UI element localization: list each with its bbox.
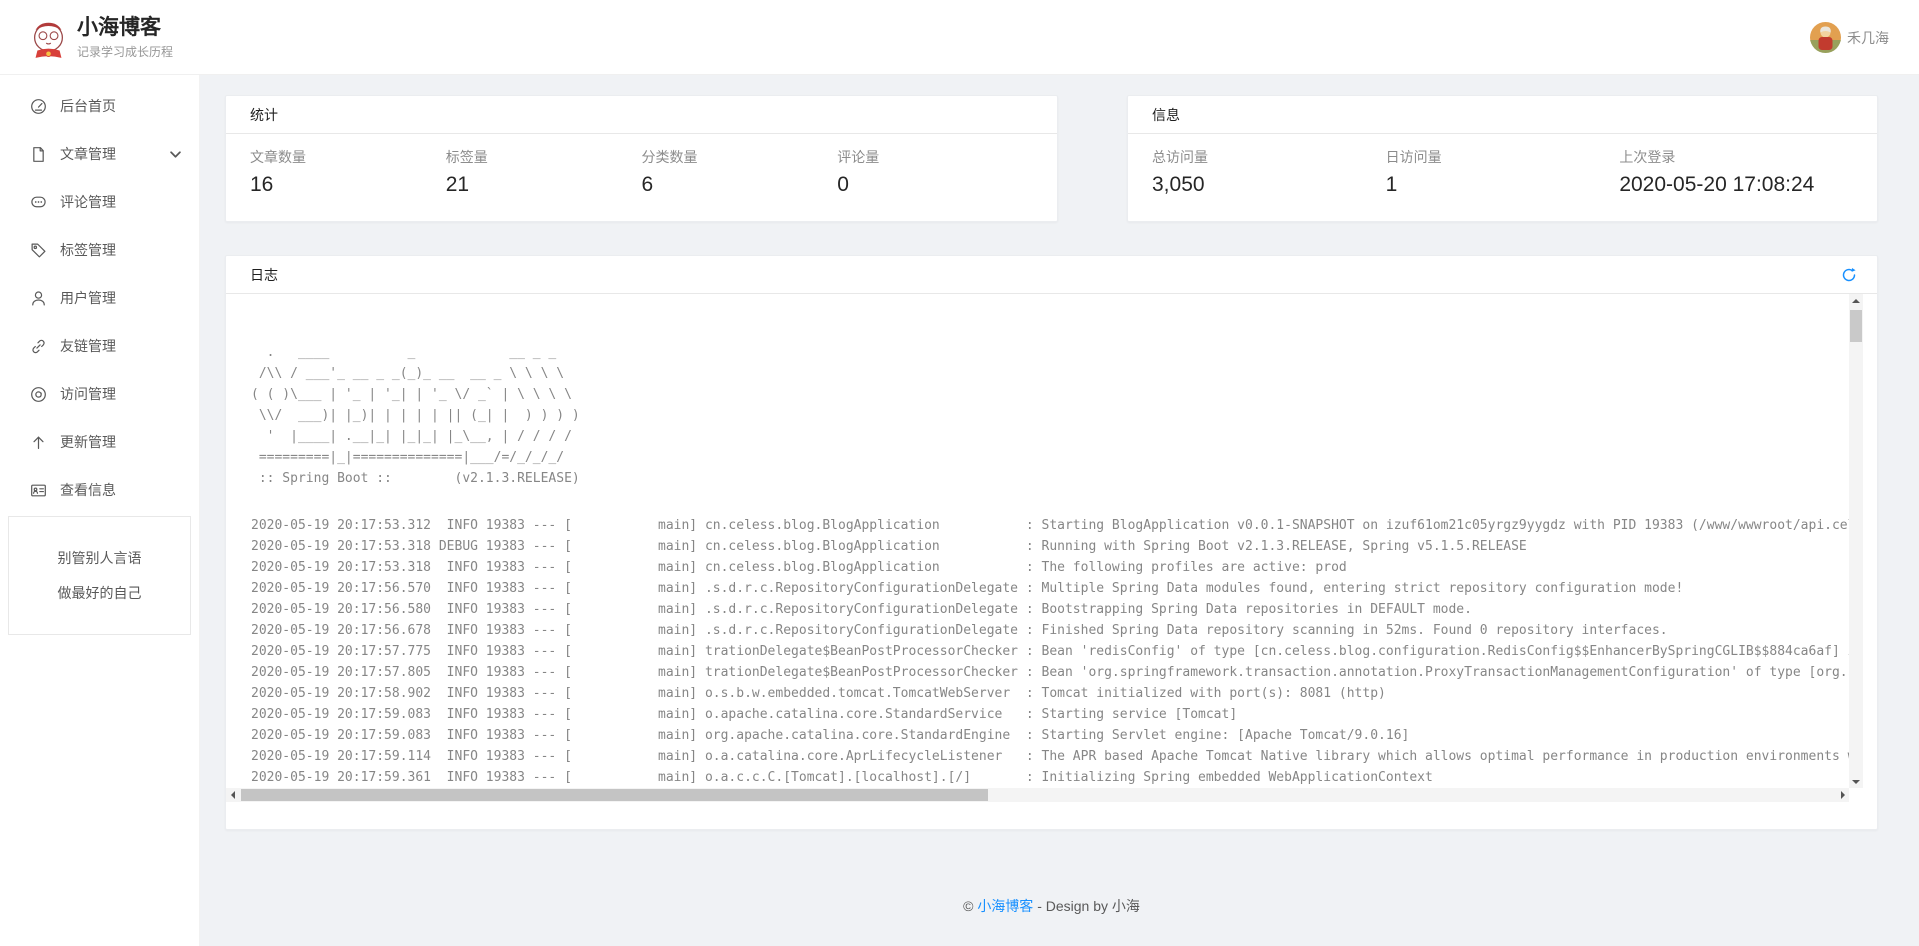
- user-menu[interactable]: 禾几海: [1810, 22, 1889, 53]
- dashboard-icon: [30, 98, 47, 115]
- arrow-up-icon: [30, 434, 47, 451]
- username-label: 禾几海: [1847, 28, 1889, 48]
- sidebar-item-label: 后台首页: [60, 96, 116, 116]
- stat-daily-visits: 日访问量 1: [1386, 147, 1620, 197]
- avatar[interactable]: [1810, 22, 1841, 53]
- blog-mascot-logo-icon: [30, 18, 67, 59]
- site-subtitle: 记录学习成长历程: [77, 43, 173, 60]
- log-viewport: . ____ _ __ _ _ /\\ / ___'_ __ _ _(_)_ _…: [226, 294, 1877, 802]
- vertical-scroll-thumb[interactable]: [1850, 310, 1862, 342]
- info-card: 信息 总访问量 3,050 日访问量 1 上次登录 2020-05-20 17:…: [1127, 95, 1878, 222]
- page-footer: © 小海博客 - Design by 小海: [225, 896, 1878, 916]
- sidebar-item-label: 文章管理: [60, 144, 116, 164]
- sidebar-item-label: 更新管理: [60, 432, 116, 452]
- file-icon: [30, 146, 47, 163]
- sidebar-item-label: 标签管理: [60, 240, 116, 260]
- log-lines: 2020-05-19 20:17:53.312 INFO 19383 --- […: [226, 515, 1877, 788]
- scroll-up-arrow[interactable]: [1849, 294, 1863, 308]
- brand: 小海博客 记录学习成长历程: [30, 16, 173, 60]
- sidebar-item-label: 友链管理: [60, 336, 116, 356]
- scroll-down-arrow[interactable]: [1849, 774, 1863, 788]
- sidebar-menu: 后台首页 文章管理 评论管理 标签管理 用户管理: [0, 75, 199, 514]
- link-icon: [30, 338, 47, 355]
- log-vertical-scrollbar[interactable]: [1849, 294, 1863, 788]
- sidebar-item-info[interactable]: 查看信息: [0, 466, 199, 514]
- log-horizontal-scrollbar[interactable]: [226, 788, 1849, 802]
- sidebar-item-label: 查看信息: [60, 480, 116, 500]
- log-card-title: 日志: [250, 265, 278, 285]
- footer-suffix: - Design by 小海: [1033, 898, 1140, 914]
- scroll-left-arrow[interactable]: [226, 788, 240, 802]
- stats-card: 统计 文章数量 16 标签量 21 分类数量 6 评论量 0: [225, 95, 1058, 222]
- sidebar-item-comments[interactable]: 评论管理: [0, 178, 199, 226]
- main-content: 统计 文章数量 16 标签量 21 分类数量 6 评论量 0: [200, 75, 1919, 946]
- site-title: 小海博客: [77, 16, 173, 40]
- sidebar-item-tags[interactable]: 标签管理: [0, 226, 199, 274]
- stat-last-login: 上次登录 2020-05-20 17:08:24: [1619, 147, 1853, 197]
- scroll-right-arrow[interactable]: [1835, 788, 1849, 802]
- log-card: 日志 . ____ _ __ _ _ /\\ / ___'_ __ _ _(_)…: [225, 255, 1878, 830]
- sidebar-item-label: 评论管理: [60, 192, 116, 212]
- sidebar-item-dashboard[interactable]: 后台首页: [0, 82, 199, 130]
- stat-comments: 评论量 0: [837, 147, 1033, 197]
- sidebar-item-label: 用户管理: [60, 288, 116, 308]
- sidebar-item-links[interactable]: 友链管理: [0, 322, 199, 370]
- sidebar: 后台首页 文章管理 评论管理 标签管理 用户管理: [0, 75, 200, 946]
- sidebar-item-updates[interactable]: 更新管理: [0, 418, 199, 466]
- app-header: 小海博客 记录学习成长历程 禾几海: [0, 0, 1919, 75]
- sidebar-item-users[interactable]: 用户管理: [0, 274, 199, 322]
- motto-box: 别管别人言语 做最好的自己: [8, 516, 191, 635]
- stats-card-title: 统计: [226, 96, 1057, 134]
- refresh-icon[interactable]: [1841, 267, 1857, 283]
- sidebar-item-visits[interactable]: 访问管理: [0, 370, 199, 418]
- stat-tags: 标签量 21: [446, 147, 642, 197]
- motto-line-1: 别管别人言语: [9, 541, 190, 576]
- stat-categories: 分类数量 6: [642, 147, 838, 197]
- stat-articles: 文章数量 16: [250, 147, 446, 197]
- compass-icon: [30, 386, 47, 403]
- spring-boot-banner: . ____ _ __ _ _ /\\ / ___'_ __ _ _(_)_ _…: [226, 342, 1877, 489]
- tag-icon: [30, 242, 47, 259]
- footer-site-link[interactable]: 小海博客: [977, 898, 1033, 914]
- chevron-down-icon[interactable]: [170, 151, 181, 158]
- idcard-icon: [30, 482, 47, 499]
- comment-icon: [30, 194, 47, 211]
- horizontal-scroll-thumb[interactable]: [241, 789, 988, 801]
- sidebar-item-label: 访问管理: [60, 384, 116, 404]
- motto-line-2: 做最好的自己: [9, 576, 190, 611]
- sidebar-item-articles[interactable]: 文章管理: [0, 130, 199, 178]
- copyright-prefix: ©: [963, 898, 973, 914]
- stat-total-visits: 总访问量 3,050: [1152, 147, 1386, 197]
- info-card-title: 信息: [1128, 96, 1877, 134]
- user-icon: [30, 290, 47, 307]
